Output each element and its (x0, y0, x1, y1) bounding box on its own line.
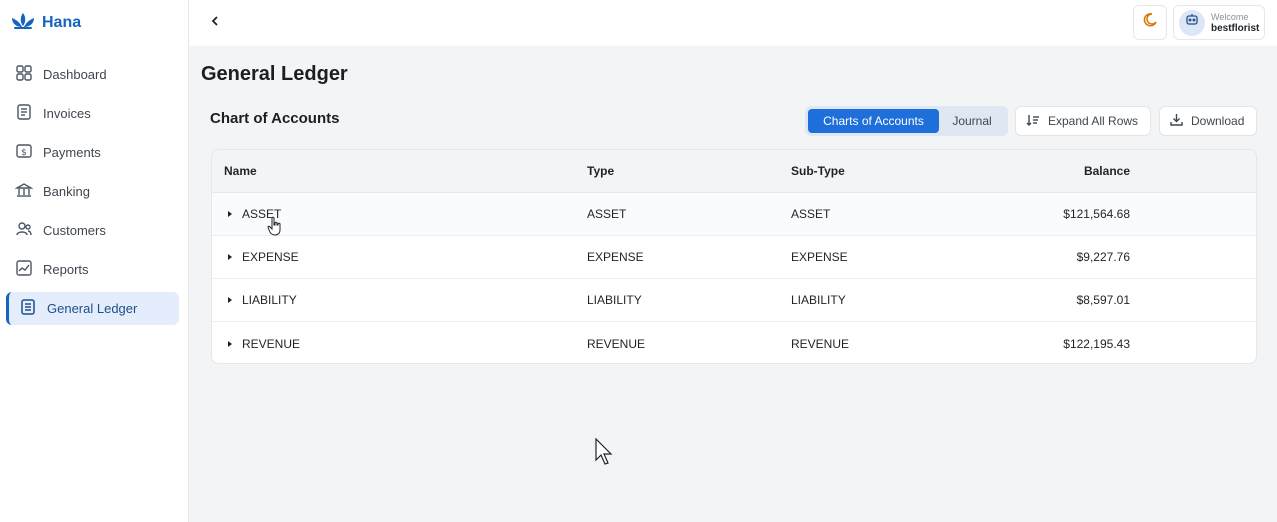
chart-line-icon (15, 259, 33, 280)
sidebar-item-label: Invoices (43, 106, 91, 121)
sidebar-item-banking[interactable]: Banking (6, 175, 179, 208)
cell-name: LIABILITY (212, 293, 587, 307)
sidebar-item-label: Customers (43, 223, 106, 238)
column-header-subtype[interactable]: Sub-Type (791, 164, 991, 178)
caret-right-icon[interactable] (224, 296, 242, 304)
arrow-cursor-icon (595, 437, 615, 471)
expand-all-rows-button[interactable]: Expand All Rows (1015, 106, 1151, 136)
caret-right-icon[interactable] (224, 340, 242, 348)
table-row[interactable]: ASSET ASSET ASSET $121,564.68 (212, 193, 1256, 236)
view-toggle: Charts of Accounts Journal (805, 106, 1008, 136)
sidebar-item-label: Banking (43, 184, 90, 199)
cell-balance: $121,564.68 (1063, 207, 1130, 221)
download-icon (1170, 113, 1183, 129)
sidebar-item-label: Dashboard (43, 67, 107, 82)
column-header-balance[interactable]: Balance (991, 164, 1130, 178)
top-bar: Welcome bestflorist (189, 0, 1277, 46)
account-name: REVENUE (242, 336, 301, 351)
download-button[interactable]: Download (1159, 106, 1257, 136)
account-name: EXPENSE (242, 250, 299, 264)
sidebar-nav: Dashboard Invoices $ Payments Banking Cu… (0, 46, 188, 325)
cell-name: REVENUE (212, 337, 587, 351)
cell-type: ASSET (587, 207, 627, 221)
users-icon (15, 220, 33, 241)
brand[interactable]: Hana (0, 0, 188, 46)
theme-toggle-button[interactable] (1133, 5, 1167, 40)
bank-icon (14, 181, 34, 202)
sidebar-item-invoices[interactable]: Invoices (6, 97, 179, 130)
accounts-table: Name Type Sub-Type Balance ASSET ASSET A… (211, 149, 1257, 364)
app-root: Hana Dashboard Invoices $ Payments Banki… (0, 0, 1277, 522)
page-title: General Ledger (201, 63, 348, 85)
hand-cursor-icon (267, 216, 283, 241)
sort-list-icon (1026, 114, 1040, 129)
ledger-icon (19, 298, 37, 319)
cell-balance: $122,195.43 (1063, 336, 1130, 351)
sidebar-item-label: Payments (43, 145, 101, 160)
cell-name: EXPENSE (212, 250, 587, 264)
sidebar-item-customers[interactable]: Customers (6, 214, 179, 247)
invoice-icon (15, 103, 33, 124)
expand-all-rows-label: Expand All Rows (1048, 114, 1139, 128)
account-name: LIABILITY (242, 293, 297, 307)
username: bestflorist (1211, 22, 1260, 34)
table-row[interactable]: EXPENSE EXPENSE EXPENSE $9,227.76 (212, 236, 1256, 279)
back-button[interactable] (205, 13, 225, 33)
robot-icon (1185, 13, 1199, 32)
welcome-text: Welcome (1211, 11, 1249, 22)
column-header-type[interactable]: Type (587, 164, 791, 178)
dollar-icon: $ (15, 142, 33, 163)
tab-charts-of-accounts[interactable]: Charts of Accounts (808, 109, 939, 133)
tab-journal[interactable]: Journal (939, 109, 1005, 133)
chevron-left-icon (210, 14, 220, 32)
caret-right-icon[interactable] (224, 210, 242, 218)
table-row[interactable]: LIABILITY LIABILITY LIABILITY $8,597.01 (212, 279, 1256, 322)
sidebar-item-label: General Ledger (47, 301, 138, 316)
download-label: Download (1191, 114, 1245, 128)
sidebar-item-dashboard[interactable]: Dashboard (6, 58, 179, 91)
sidebar: Hana Dashboard Invoices $ Payments Banki… (0, 0, 189, 522)
avatar (1179, 9, 1205, 36)
sidebar-item-label: Reports (43, 262, 89, 277)
moon-icon (1142, 12, 1158, 33)
cell-type: LIABILITY (587, 293, 642, 307)
cell-subtype: ASSET (791, 207, 831, 221)
sidebar-item-general-ledger[interactable]: General Ledger (6, 292, 179, 325)
cell-subtype: REVENUE (791, 336, 850, 351)
brand-name: Hana (42, 14, 82, 31)
user-info: Welcome bestflorist (1211, 12, 1259, 34)
table-row[interactable]: REVENUE REVENUE REVENUE $122,195.43 (212, 322, 1256, 363)
cell-subtype: LIABILITY (791, 293, 846, 307)
cell-type: EXPENSE (587, 250, 644, 264)
section-title: Chart of Accounts (210, 110, 340, 127)
cell-balance: $9,227.76 (1076, 250, 1130, 264)
grid-icon (15, 64, 33, 85)
lotus-logo-icon (10, 11, 36, 36)
sidebar-item-reports[interactable]: Reports (6, 253, 179, 286)
caret-right-icon[interactable] (224, 253, 242, 261)
sidebar-item-payments[interactable]: $ Payments (6, 136, 179, 169)
cell-type: REVENUE (587, 336, 646, 351)
user-menu[interactable]: Welcome bestflorist (1173, 5, 1265, 40)
column-header-name[interactable]: Name (212, 164, 587, 178)
cell-subtype: EXPENSE (791, 250, 848, 264)
svg-text:$: $ (21, 148, 27, 158)
cell-balance: $8,597.01 (1076, 293, 1130, 307)
table-header: Name Type Sub-Type Balance (212, 150, 1256, 193)
